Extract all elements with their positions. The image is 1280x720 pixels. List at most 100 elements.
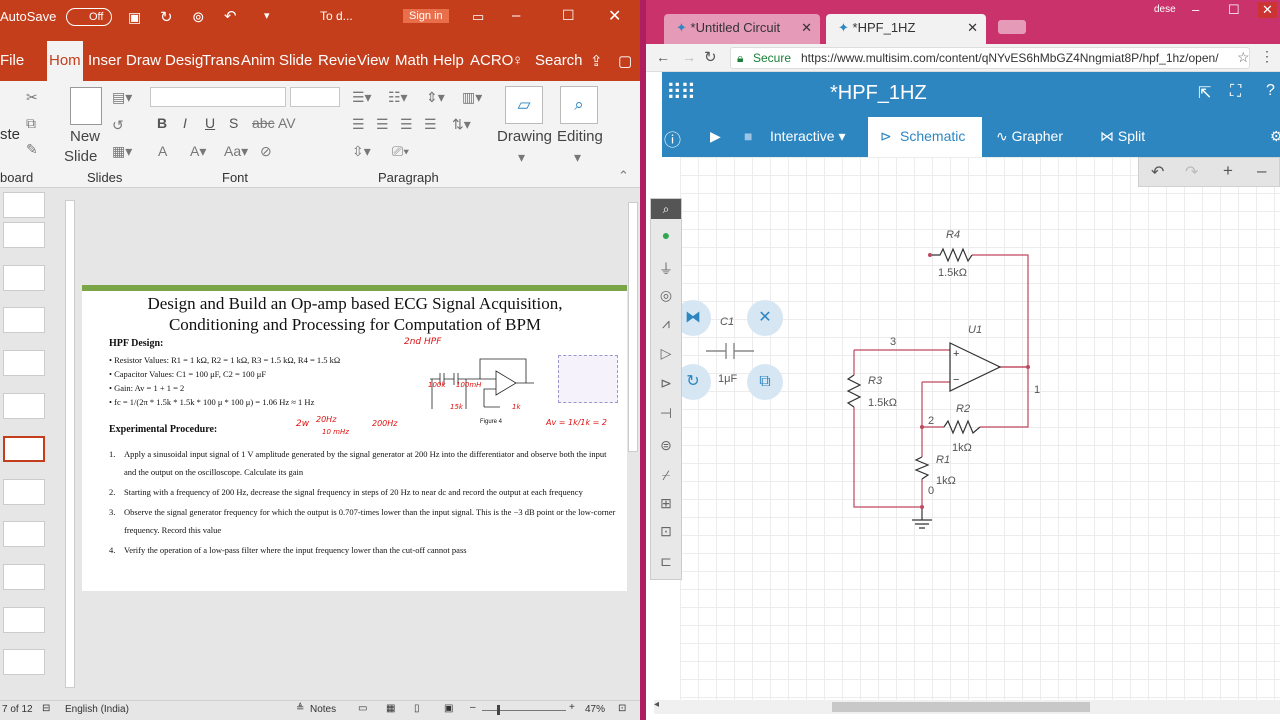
tab-close-icon[interactable]: ✕ xyxy=(801,20,812,36)
thumbnail-scroll-thumb[interactable] xyxy=(65,200,75,688)
present-icon[interactable]: ⊚ xyxy=(192,8,205,26)
tab-math[interactable]: Math xyxy=(395,52,428,69)
tab-close-icon[interactable]: ✕ xyxy=(967,20,978,36)
normal-view-icon[interactable]: ▭ xyxy=(358,703,367,714)
tab-schematic[interactable]: ⊳ Schematic xyxy=(868,117,982,157)
char-spacing-icon[interactable]: AV xyxy=(278,115,296,131)
bold-icon[interactable]: B xyxy=(157,115,167,131)
canvas-horizontal-scrollbar[interactable]: ◂ xyxy=(654,699,1280,714)
font-color-icon[interactable]: A▾ xyxy=(190,143,206,160)
tab-view[interactable]: View xyxy=(357,52,389,69)
bookmark-star-icon[interactable]: ☆ xyxy=(1237,49,1250,66)
palette-ground-icon[interactable]: ⏚ xyxy=(651,259,681,279)
thumbnail-slide[interactable] xyxy=(3,350,45,376)
thumbnail-slide[interactable] xyxy=(3,521,45,547)
close-icon[interactable]: ✕ xyxy=(1258,2,1277,18)
ground-icon[interactable] xyxy=(912,507,932,529)
editing-button[interactable]: Editing xyxy=(557,128,603,145)
thumbnail-slide[interactable] xyxy=(3,607,45,633)
slide-scrollbar[interactable] xyxy=(627,188,639,700)
share-icon[interactable]: ⇪ xyxy=(590,52,603,70)
spellcheck-icon[interactable]: ⊟ xyxy=(42,703,50,714)
url-text[interactable]: https://www.multisim.com/content/qNYvES6… xyxy=(801,51,1219,65)
redo-icon[interactable]: ↻ xyxy=(160,8,173,26)
numbering-icon[interactable]: ☷▾ xyxy=(388,89,408,106)
paste-label[interactable]: ste xyxy=(0,126,20,143)
italic-icon[interactable]: I xyxy=(183,115,187,131)
help-icon[interactable]: ? xyxy=(1266,82,1275,100)
palette-ic-icon[interactable]: ⊡ xyxy=(651,523,681,540)
tab-transitions[interactable]: Trans xyxy=(202,52,240,69)
omnibox[interactable]: 🔒︎ Secure https://www.multisim.com/conte… xyxy=(730,47,1250,69)
r2-symbol[interactable] xyxy=(943,419,981,435)
drawing-shapes-icon[interactable]: ▱ xyxy=(505,86,543,124)
notes-button[interactable]: Notes xyxy=(310,704,336,715)
chrome-menu-icon[interactable]: ⋮ xyxy=(1260,48,1274,65)
palette-diode-icon[interactable]: ⊳ xyxy=(651,375,681,392)
r4-symbol[interactable] xyxy=(930,247,973,263)
section-icon[interactable]: ▦▾ xyxy=(112,143,132,160)
autosave-toggle[interactable]: Off xyxy=(66,8,112,26)
fit-slide-icon[interactable]: ⊡ xyxy=(618,703,626,714)
tab-draw[interactable]: Draw xyxy=(126,52,161,69)
browser-tab-active[interactable]: ✦ *HPF_1HZ ✕ xyxy=(826,14,986,44)
zoom-slider[interactable] xyxy=(482,710,566,711)
tab-split[interactable]: ⋈ Split xyxy=(1100,128,1145,145)
font-size-box[interactable] xyxy=(290,87,340,107)
r3-symbol[interactable] xyxy=(846,374,862,408)
canvas-scroll-thumb[interactable] xyxy=(832,702,1090,712)
strikethrough-icon[interactable]: abc xyxy=(252,115,275,131)
palette-transistor-icon[interactable]: ⊣ xyxy=(651,405,681,422)
share-icon[interactable]: ⇱ xyxy=(1198,83,1211,103)
thumbnail-slide[interactable] xyxy=(3,192,45,218)
underline-icon[interactable]: U xyxy=(205,115,215,131)
tab-slideshow[interactable]: Slide xyxy=(279,52,312,69)
run-icon[interactable]: ▶ xyxy=(710,128,721,145)
search-box[interactable]: Search xyxy=(535,52,583,69)
palette-meter-icon[interactable]: ⊜ xyxy=(651,437,681,454)
fullscreen-icon[interactable]: ⛶ xyxy=(1230,83,1241,101)
thumbnail-slide[interactable] xyxy=(3,649,45,675)
drawing-button[interactable]: Drawing xyxy=(497,128,552,145)
align-text-icon[interactable]: ⇳▾ xyxy=(352,143,371,160)
r1-symbol[interactable] xyxy=(914,456,930,480)
thumbnail-slide[interactable] xyxy=(3,393,45,419)
thumbnail-slide-current[interactable] xyxy=(3,436,45,462)
circuit-title[interactable]: *HPF_1HZ xyxy=(830,82,927,105)
stop-icon[interactable]: ■ xyxy=(744,128,752,144)
profile-name[interactable]: dese xyxy=(1154,4,1176,15)
sign-in-button[interactable]: Sign in xyxy=(403,9,449,23)
qat-more-icon[interactable]: ▾ xyxy=(264,9,270,22)
palette-source-icon[interactable]: ◎ xyxy=(651,287,681,304)
align-right-icon[interactable]: ☰ xyxy=(400,116,413,133)
sorter-view-icon[interactable]: ▦ xyxy=(386,703,395,714)
collapse-ribbon-icon[interactable]: ⌃ xyxy=(618,168,629,184)
format-painter-icon[interactable]: ✎ xyxy=(26,141,38,158)
tab-insert[interactable]: Inser xyxy=(88,52,121,69)
thumbnail-slide[interactable] xyxy=(3,564,45,590)
magnifier-icon[interactable]: ⌕ xyxy=(560,86,598,124)
align-left-icon[interactable]: ☰ xyxy=(352,116,365,133)
minimize-icon[interactable]: – xyxy=(512,7,520,24)
apps-grid-icon[interactable]: ⠿⠿ xyxy=(666,80,696,106)
comments-icon[interactable]: ▢ xyxy=(618,52,632,70)
tab-grapher[interactable]: ∿ Grapher xyxy=(996,128,1063,145)
highlight-icon[interactable]: ⊘ xyxy=(260,143,272,160)
editing-chevron-icon[interactable]: ▾ xyxy=(574,149,581,166)
back-icon[interactable]: ← xyxy=(656,49,670,65)
palette-opamp-icon[interactable]: ▷ xyxy=(651,345,681,362)
palette-connector-icon[interactable]: ⊏ xyxy=(651,553,681,570)
slide-canvas[interactable]: Design and Build an Op-amp based ECG Sig… xyxy=(82,285,628,591)
smartart-icon[interactable]: ⎚▾ xyxy=(392,143,409,160)
slideshow-view-icon[interactable]: ▣ xyxy=(444,703,453,714)
tab-home[interactable]: Hom xyxy=(47,41,83,81)
zoom-in-icon[interactable]: + xyxy=(569,702,575,713)
schematic-canvas[interactable]: ↶ ↷ + – + − R4 1.5kΩ R3 1.5kΩ R2 1kΩ R1 … xyxy=(675,157,1280,700)
tab-file[interactable]: File xyxy=(0,52,24,69)
zoom-out-icon[interactable]: – xyxy=(470,702,476,713)
reset-icon[interactable]: ↺ xyxy=(112,117,124,134)
font-size-up-icon[interactable]: A xyxy=(158,143,167,159)
tab-review[interactable]: Revie xyxy=(318,52,356,69)
zoom-slider-thumb[interactable] xyxy=(497,705,500,715)
minimize-icon[interactable]: – xyxy=(1192,2,1199,17)
